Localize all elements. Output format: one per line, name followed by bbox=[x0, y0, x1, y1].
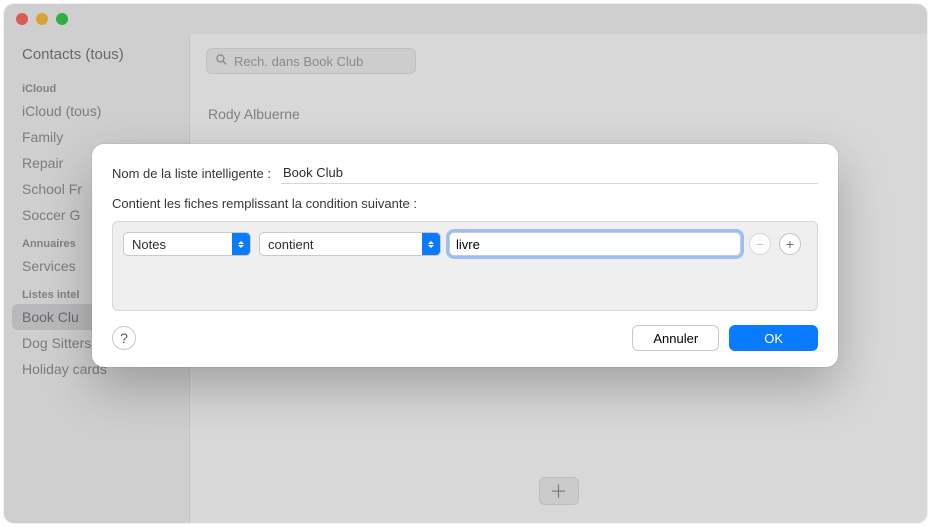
smart-list-name-input[interactable] bbox=[281, 162, 818, 184]
predicate-operator-value: contient bbox=[268, 237, 314, 252]
minus-icon: − bbox=[756, 237, 764, 251]
question-icon: ? bbox=[120, 330, 128, 346]
help-button[interactable]: ? bbox=[112, 326, 136, 350]
ok-button[interactable]: OK bbox=[729, 325, 818, 351]
predicate-field-value: Notes bbox=[132, 237, 166, 252]
predicate-row: Notes contient − + bbox=[123, 232, 807, 256]
cancel-button[interactable]: Annuler bbox=[632, 325, 719, 351]
smart-list-name-label: Nom de la liste intelligente : bbox=[112, 166, 271, 181]
predicate-editor: Notes contient − + bbox=[112, 221, 818, 311]
predicate-value-input[interactable] bbox=[449, 232, 741, 256]
updown-chevron-icon bbox=[422, 233, 440, 255]
condition-intro-label: Contient les fiches remplissant la condi… bbox=[112, 196, 818, 211]
predicate-field-select[interactable]: Notes bbox=[123, 232, 251, 256]
updown-chevron-icon bbox=[232, 233, 250, 255]
add-rule-button[interactable]: + bbox=[779, 233, 801, 255]
smart-list-sheet: Nom de la liste intelligente : Contient … bbox=[92, 144, 838, 367]
predicate-operator-select[interactable]: contient bbox=[259, 232, 441, 256]
plus-icon: + bbox=[786, 237, 794, 251]
remove-rule-button[interactable]: − bbox=[749, 233, 771, 255]
